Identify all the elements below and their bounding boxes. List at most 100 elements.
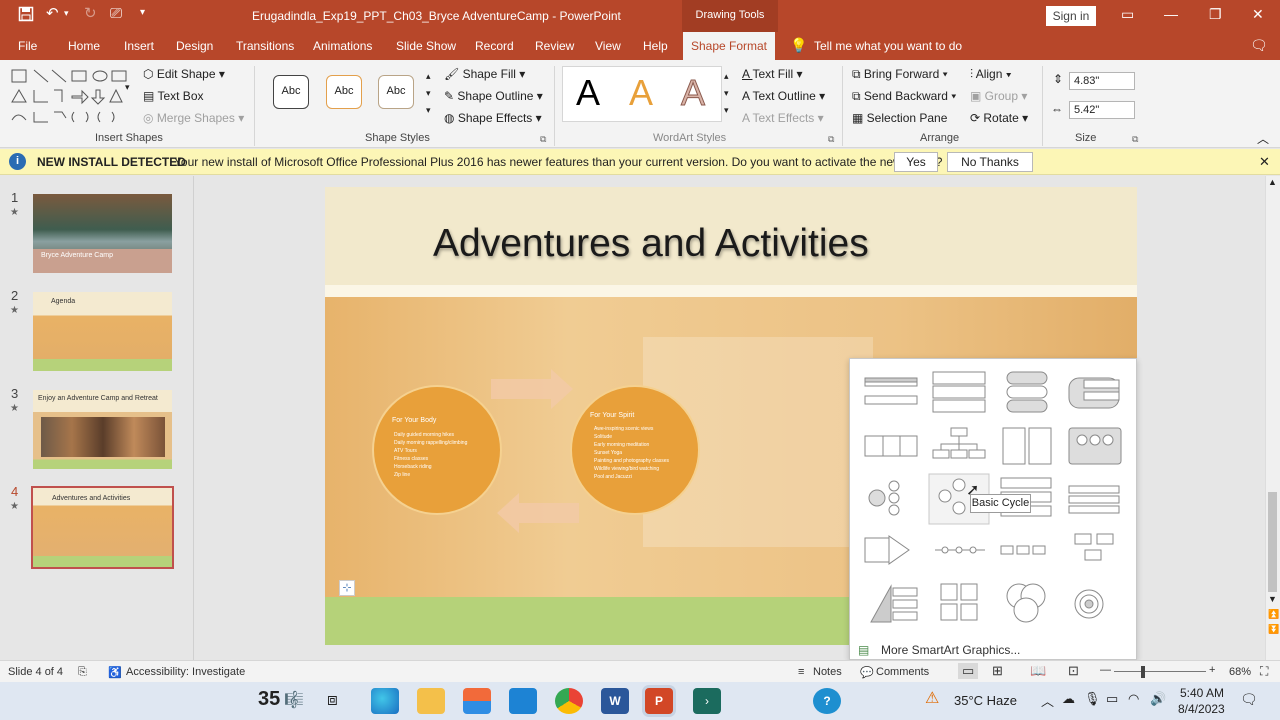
weather-alert-icon[interactable]: ⚠: [925, 688, 939, 708]
dialog-launcher-icon[interactable]: ⧉: [1132, 134, 1138, 145]
bring-forward-button[interactable]: ⧉ Bring Forward ▾: [852, 67, 948, 82]
layout-process-arrows[interactable]: [864, 535, 910, 565]
weather-widget-icon[interactable]: 🎼: [284, 690, 304, 710]
tab-home[interactable]: Home: [68, 39, 100, 53]
layout-pyramid-list[interactable]: [870, 584, 918, 623]
accessibility-status[interactable]: Accessibility: Investigate: [126, 666, 245, 678]
align-button[interactable]: ⫶ Align ▾: [970, 67, 1012, 82]
layout-target-list[interactable]: [1074, 589, 1104, 619]
restore-icon[interactable]: ❐: [1209, 6, 1222, 23]
layout-basic-block-list[interactable]: [864, 377, 918, 405]
vertical-scrollbar[interactable]: ▲ ▼ ⏫ ⏬: [1265, 176, 1280, 660]
close-icon[interactable]: ✕: [1252, 6, 1264, 23]
tab-file[interactable]: File: [18, 39, 37, 53]
wordart-style-1[interactable]: A: [576, 72, 600, 114]
undo-dropdown-icon[interactable]: ▾: [64, 8, 69, 19]
file-explorer-icon[interactable]: [417, 688, 445, 714]
shape-style-2[interactable]: Abc: [326, 75, 362, 109]
start-from-beginning-icon[interactable]: ⎚: [110, 5, 122, 22]
volume-icon[interactable]: 🔊: [1150, 691, 1166, 707]
layout-hierarchy-list[interactable]: [868, 480, 900, 516]
dialog-launcher-icon[interactable]: ⧉: [540, 134, 546, 145]
no-thanks-button[interactable]: No Thanks: [947, 152, 1033, 172]
selection-pane-button[interactable]: ▦ Selection Pane: [852, 111, 947, 125]
slide-thumbnail-2[interactable]: Agenda: [33, 292, 172, 371]
edge-icon[interactable]: [371, 688, 399, 714]
tab-help[interactable]: Help: [643, 39, 668, 53]
zoom-slider-thumb[interactable]: [1141, 666, 1145, 678]
tab-review[interactable]: Review: [535, 39, 574, 53]
layout-lined-list[interactable]: [932, 371, 986, 413]
more-smartart-graphics-link[interactable]: More SmartArt Graphics...: [881, 643, 1020, 657]
layout-horizontal-bullet-list[interactable]: [864, 435, 918, 457]
text-fill-button[interactable]: A Text Fill ▾: [742, 67, 803, 81]
slide-title[interactable]: Adventures and Activities: [433, 222, 869, 266]
notes-button[interactable]: Notes: [813, 666, 842, 678]
onedrive-icon[interactable]: ☁: [1062, 691, 1075, 707]
layout-basic-venn[interactable]: [1006, 583, 1046, 623]
clock-time[interactable]: 5:40 AM: [1180, 686, 1224, 700]
shapes-gallery[interactable]: [10, 68, 134, 126]
ribbon-display-options-icon[interactable]: ▭: [1121, 6, 1134, 23]
slide-thumbnail-3[interactable]: Enjoy an Adventure Camp and Retreat: [33, 390, 172, 469]
show-hidden-icons[interactable]: ︿: [1041, 691, 1054, 710]
save-icon[interactable]: [18, 6, 34, 26]
shape-fill-button[interactable]: 🖌 Shape Fill ▾: [444, 67, 525, 81]
dialog-launcher-icon[interactable]: ⧉: [828, 134, 834, 145]
arrow-right-shape[interactable]: [491, 369, 575, 409]
text-outline-button[interactable]: A Text Outline ▾: [742, 89, 825, 103]
zoom-level[interactable]: 68%: [1229, 666, 1251, 678]
task-view-icon[interactable]: ⧈: [327, 690, 338, 710]
shape-styles-more-icon[interactable]: ▴ ▾ ▾: [426, 68, 431, 119]
layout-vertical-bullet-list[interactable]: [1006, 371, 1048, 413]
next-slide-icon[interactable]: ⏬: [1268, 624, 1279, 635]
tab-transitions[interactable]: Transitions: [236, 39, 294, 53]
layout-continuous-arrow-process[interactable]: [935, 546, 985, 554]
tab-shape-format[interactable]: Shape Format: [683, 32, 775, 60]
scroll-up-icon[interactable]: ▲: [1268, 177, 1277, 187]
slide-sorter-icon[interactable]: ⊞: [992, 663, 1003, 679]
spelling-icon[interactable]: ⎘: [78, 666, 87, 679]
notifications-icon[interactable]: 🗨: [1240, 691, 1258, 708]
store-icon[interactable]: [463, 688, 491, 714]
tab-insert[interactable]: Insert: [124, 39, 154, 53]
normal-view-icon[interactable]: ▭: [958, 663, 979, 679]
minimize-icon[interactable]: —: [1164, 6, 1178, 22]
slide-thumbnail-4[interactable]: Adventures and Activities: [31, 486, 174, 569]
smartart-circle-spirit[interactable]: For Your Spirit Awe-inspiring scenic vie…: [570, 385, 700, 515]
scroll-down-icon[interactable]: ▼: [1268, 594, 1277, 604]
yes-button[interactable]: Yes: [894, 152, 938, 172]
wordart-style-3[interactable]: A: [680, 72, 705, 114]
battery-icon[interactable]: ▭: [1106, 691, 1118, 707]
layout-organization-chart[interactable]: [932, 427, 986, 459]
slide-show-icon[interactable]: ⊡: [1068, 663, 1079, 679]
zoom-in-icon[interactable]: +: [1209, 664, 1215, 676]
sign-in-button[interactable]: Sign in: [1046, 6, 1096, 26]
collapse-ribbon-icon[interactable]: ︿: [1257, 130, 1269, 147]
shape-effects-button[interactable]: ◍ Shape Effects ▾: [444, 111, 542, 125]
layout-options-icon[interactable]: ⊹: [339, 580, 355, 596]
scroll-thumb[interactable]: [1268, 492, 1277, 592]
mail-icon[interactable]: [509, 688, 537, 714]
powerpoint-icon[interactable]: P: [645, 688, 673, 714]
help-icon[interactable]: ?: [813, 688, 841, 714]
smartart-circle-body[interactable]: For Your Body Daily guided morning hikes…: [372, 385, 502, 515]
shape-outline-button[interactable]: ✎ Shape Outline ▾: [444, 89, 543, 103]
wordart-more-icon[interactable]: ▴ ▾ ▾: [724, 68, 729, 119]
comments-button[interactable]: Comments: [876, 666, 929, 678]
tab-animations[interactable]: Animations: [313, 39, 372, 53]
wordart-style-2[interactable]: A: [629, 72, 653, 114]
layout-stacked-list[interactable]: [1002, 427, 1052, 465]
shape-style-1[interactable]: Abc: [273, 75, 309, 109]
customize-qat-icon[interactable]: ▾: [140, 7, 145, 18]
layout-vertical-box-list[interactable]: [1068, 377, 1120, 409]
weather-status[interactable]: 35°C Haze: [954, 693, 1017, 708]
fit-to-window-icon[interactable]: ⛶: [1260, 664, 1268, 679]
layout-table-list[interactable]: [1068, 427, 1122, 465]
slide-thumbnail-1[interactable]: Bryce Adventure Camp: [33, 194, 172, 273]
layout-descending-block-list[interactable]: [1074, 533, 1114, 561]
shape-width-input[interactable]: 5.42": [1069, 101, 1135, 119]
zoom-out-icon[interactable]: —: [1100, 664, 1111, 676]
reading-view-icon[interactable]: 📖: [1030, 663, 1046, 679]
zoom-slider[interactable]: [1114, 671, 1206, 672]
